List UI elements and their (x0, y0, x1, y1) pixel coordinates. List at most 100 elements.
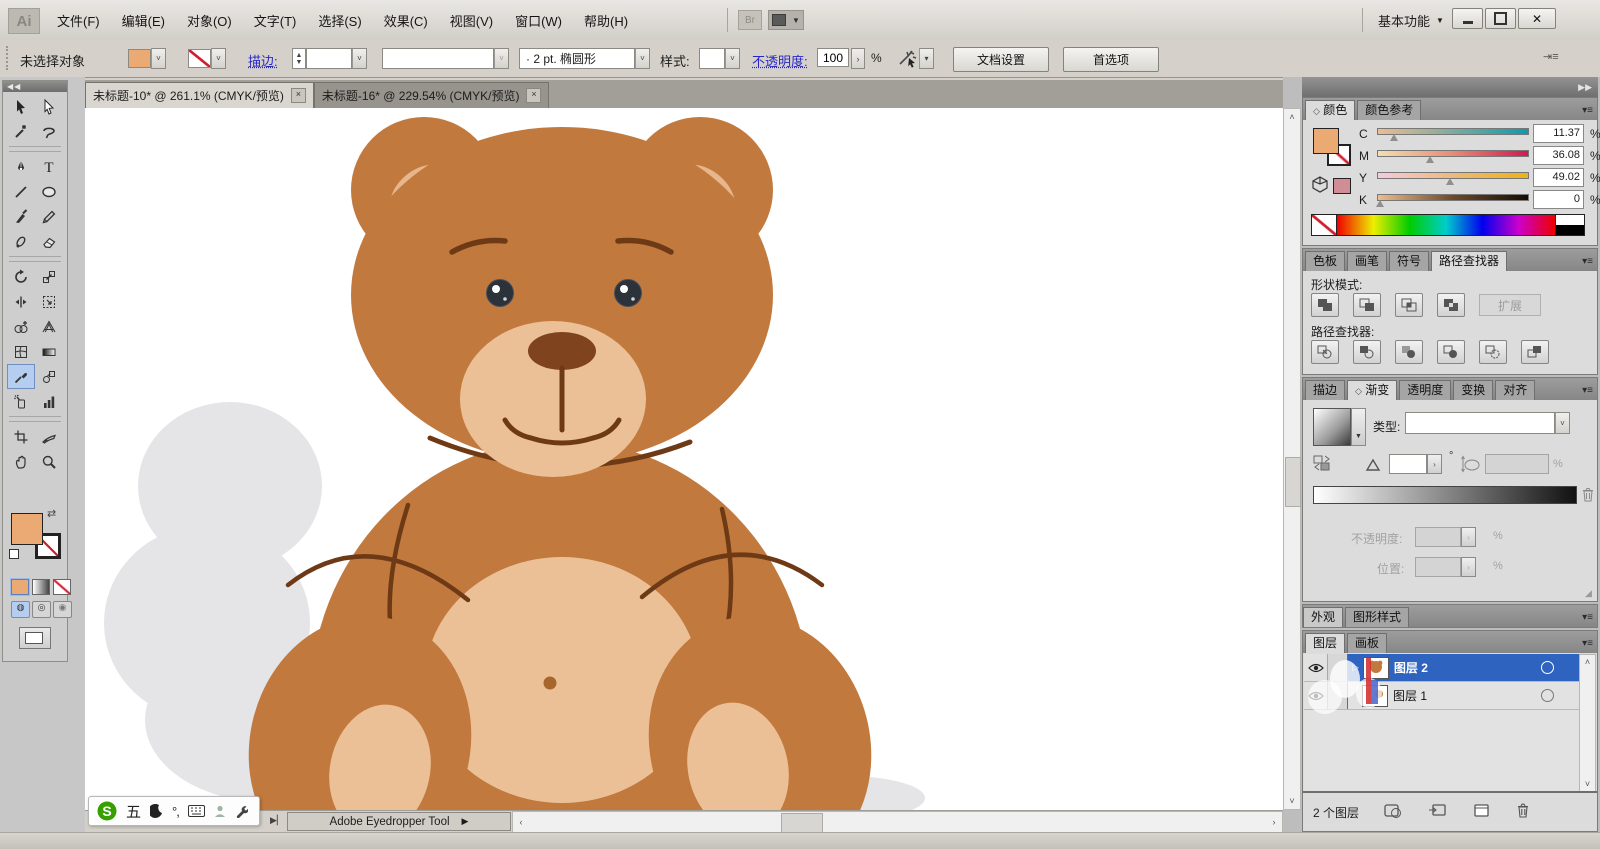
minimize-button[interactable] (1452, 8, 1483, 29)
layer-selected-area[interactable]: ▷ 图层 2 (1348, 654, 1580, 681)
tab-pathfinder[interactable]: 路径查找器 (1431, 251, 1508, 271)
close-button[interactable]: ✕ (1518, 8, 1556, 29)
pathfinder-minus-back-button[interactable] (1521, 340, 1549, 364)
tab-color[interactable]: ◇ 颜色 (1305, 100, 1356, 120)
document-setup-button[interactable]: 文档设置 (953, 47, 1049, 72)
color-mode-button[interactable] (10, 578, 30, 596)
line-segment-tool[interactable] (7, 179, 35, 204)
menu-edit[interactable]: 编辑(E) (111, 0, 176, 40)
menu-window[interactable]: 窗口(W) (504, 0, 573, 40)
pencil-tool[interactable] (35, 204, 63, 229)
menu-effect[interactable]: 效果(C) (373, 0, 439, 40)
spinner-icon[interactable]: › (1427, 454, 1442, 474)
fill-proxy[interactable] (11, 513, 43, 545)
vertical-scrollbar[interactable]: ˄ ˅ (1283, 108, 1301, 810)
panel-options-icon[interactable]: ⇥≡ (1543, 50, 1559, 63)
keyboard-icon[interactable] (187, 805, 205, 817)
scroll-up-icon[interactable]: ˄ (1580, 655, 1595, 669)
canvas[interactable] (85, 108, 1283, 810)
restore-button[interactable] (1485, 8, 1516, 29)
user-icon[interactable] (214, 805, 226, 818)
shape-tool-group[interactable] (35, 364, 63, 389)
lasso-tool[interactable] (35, 119, 63, 144)
stroke-color-dropdown[interactable]: ˅ (188, 48, 226, 69)
pathfinder-divide-button[interactable] (1311, 340, 1339, 364)
layer-row-1[interactable]: 图层 1 (1304, 682, 1580, 710)
panel-menu-icon[interactable]: ▾≡ (1582, 256, 1593, 267)
spectrum-ramp[interactable] (1337, 214, 1556, 236)
scroll-down-icon[interactable]: ˅ (1284, 793, 1300, 809)
scale-tool[interactable] (35, 264, 63, 289)
shape-mode-minus-front-button[interactable] (1353, 293, 1381, 317)
layer-name[interactable]: 图层 2 (1394, 659, 1428, 676)
channel-slider-k[interactable] (1376, 194, 1529, 207)
zoom-tool[interactable] (35, 449, 63, 474)
channel-value-k[interactable]: 0 (1533, 190, 1584, 209)
style-dropdown[interactable]: ˅ (699, 48, 740, 69)
eyedropper-tool[interactable] (7, 364, 35, 389)
layer-thumbnail[interactable] (1362, 684, 1388, 707)
new-layer-button[interactable] (1471, 802, 1491, 822)
gradient-type-dropdown[interactable]: ˅ (1405, 412, 1570, 434)
scroll-left-icon[interactable]: ‹ (513, 817, 529, 827)
tab-appearance[interactable]: 外观 (1303, 607, 1344, 627)
tab-stroke[interactable]: 描边 (1305, 380, 1346, 400)
out-of-gamut-cube-icon[interactable] (1311, 176, 1329, 194)
stroke-weight-label[interactable]: 描边: (248, 51, 278, 70)
gradient-fill-thumbnail[interactable] (1313, 408, 1351, 446)
pathfinder-merge-button[interactable] (1395, 340, 1423, 364)
horizontal-scrollbar[interactable]: ‹ › (512, 811, 1283, 833)
panel-menu-icon[interactable]: ▾≡ (1582, 385, 1593, 396)
vertical-scroll-thumb[interactable] (1285, 457, 1301, 507)
ime-mode-toggle[interactable]: 五 (126, 801, 141, 822)
opacity-label[interactable]: 不透明度: (752, 51, 808, 70)
width-tool[interactable] (7, 289, 35, 314)
pathfinder-crop-button[interactable] (1437, 340, 1465, 364)
channel-value-y[interactable]: 49.02 (1533, 168, 1584, 187)
delete-layer-button[interactable] (1515, 802, 1531, 822)
punctuation-toggle[interactable]: °, (172, 804, 180, 819)
close-tab-icon[interactable]: × (290, 88, 306, 103)
shape-mode-exclude-button[interactable] (1437, 293, 1465, 317)
status-tool-indicator[interactable]: Adobe Eyedropper Tool ▶ (287, 812, 511, 831)
ellipse-tool[interactable] (35, 179, 63, 204)
gamut-color-swatch[interactable] (1333, 178, 1351, 194)
gradient-tool[interactable] (35, 339, 63, 364)
collapse-dock-icon[interactable]: ▶▶ (1578, 82, 1592, 93)
channel-value-m[interactable]: 36.08 (1533, 146, 1584, 165)
none-swatch[interactable] (1311, 214, 1337, 236)
paintbrush-tool[interactable] (7, 204, 35, 229)
tab-color-guide[interactable]: 颜色参考 (1357, 100, 1422, 120)
arrange-documents-button[interactable]: ▼ (768, 10, 804, 30)
direct-selection-tool[interactable] (35, 94, 63, 119)
gradient-mode-button[interactable] (32, 579, 50, 595)
expand-layer-icon[interactable]: ▷ (1352, 662, 1359, 673)
close-tab-icon[interactable]: × (526, 88, 542, 103)
gradient-preset-dropdown[interactable]: ▼ (1351, 408, 1366, 446)
tab-artboards[interactable]: 画板 (1347, 633, 1388, 653)
scroll-up-icon[interactable]: ˄ (1284, 109, 1300, 125)
gradient-angle-field[interactable]: › (1389, 454, 1442, 474)
lock-toggle[interactable] (1328, 654, 1348, 681)
shape-mode-unite-button[interactable] (1311, 293, 1339, 317)
doc-tab-2[interactable]: 未标题-16* @ 229.54% (CMYK/预览) × (313, 81, 550, 109)
panel-menu-icon[interactable]: ▾≡ (1582, 105, 1593, 116)
tab-gradient[interactable]: ◇ 渐变 (1347, 380, 1398, 400)
type-tool[interactable]: T (35, 154, 63, 179)
target-circle-icon[interactable] (1541, 689, 1554, 702)
new-sublayer-button[interactable] (1427, 802, 1447, 822)
spectrum-bar[interactable] (1311, 214, 1585, 236)
sogou-logo-icon[interactable]: S (97, 801, 117, 821)
scroll-down-icon[interactable]: ˅ (1580, 777, 1595, 791)
channel-slider-c[interactable] (1377, 128, 1529, 141)
visibility-toggle[interactable] (1304, 654, 1328, 681)
menu-select[interactable]: 选择(S) (307, 0, 372, 40)
tab-align[interactable]: 对齐 (1495, 380, 1536, 400)
channel-slider-y[interactable] (1377, 172, 1529, 185)
draw-behind-button[interactable]: ◎ (32, 601, 51, 618)
gradient-ramp[interactable] (1313, 486, 1577, 504)
target-circle-icon[interactable] (1541, 661, 1554, 674)
panel-menu-icon[interactable]: ▾≡ (1582, 612, 1593, 623)
layer-name[interactable]: 图层 1 (1393, 687, 1427, 704)
doc-tab-1[interactable]: 未标题-10* @ 261.1% (CMYK/预览) × (85, 81, 314, 109)
